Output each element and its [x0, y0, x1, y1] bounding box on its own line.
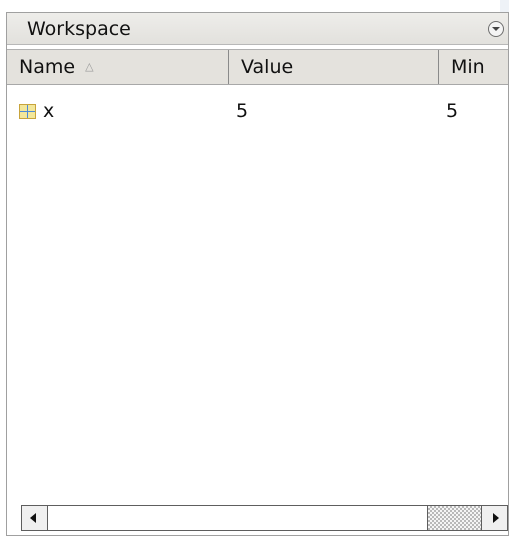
horizontal-scrollbar[interactable]: [21, 505, 508, 531]
cell-name: x: [19, 97, 229, 125]
column-header-value-label: Value: [241, 56, 294, 78]
cell-min: 5: [446, 100, 459, 122]
column-header-name-label: Name: [19, 56, 76, 78]
column-header-name[interactable]: Name △: [7, 50, 229, 84]
scrollbar-thumb[interactable]: [48, 506, 428, 530]
table-header: Name △ Value Min: [7, 49, 508, 85]
workspace-panel: Workspace Name △ Value Min x 5 5: [6, 12, 509, 536]
column-header-value[interactable]: Value: [229, 50, 439, 84]
arrow-left-icon[interactable]: [22, 506, 48, 530]
variable-name: x: [43, 100, 55, 122]
matrix-variable-icon: [19, 104, 36, 119]
panel-title-bar: Workspace: [7, 13, 508, 45]
chevron-down-circle-icon[interactable]: [488, 21, 504, 37]
arrow-right-icon[interactable]: [481, 506, 507, 530]
table-row[interactable]: x 5 5: [7, 97, 508, 125]
scrollbar-track[interactable]: [428, 506, 481, 530]
cell-value: 5: [236, 100, 249, 122]
panel-title: Workspace: [27, 18, 131, 40]
sort-ascending-icon: △: [85, 60, 94, 73]
column-header-min-label: Min: [451, 56, 485, 78]
column-header-min[interactable]: Min: [439, 50, 508, 84]
